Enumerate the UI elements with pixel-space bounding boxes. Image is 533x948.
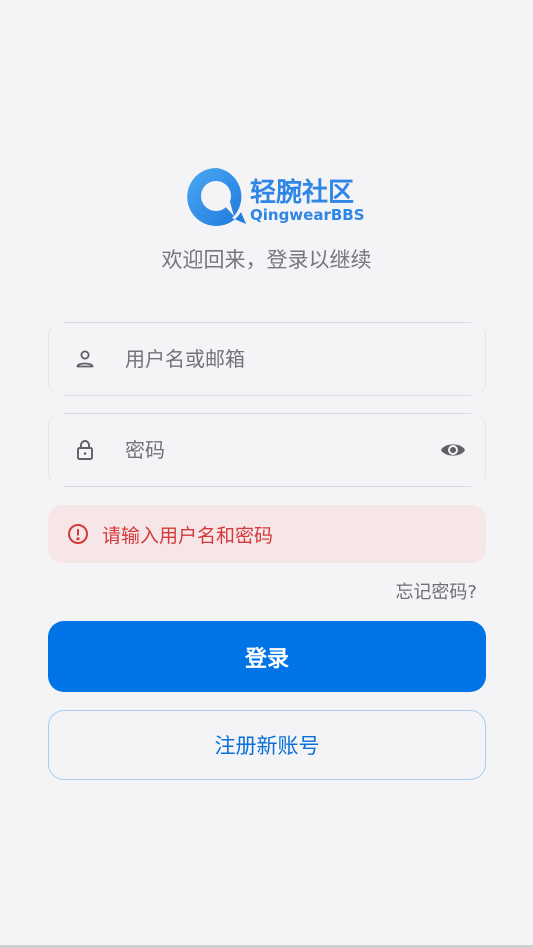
alert-circle-icon (68, 524, 88, 544)
app-logo: 轻腕社区 QingwearBBS (186, 166, 365, 228)
login-button[interactable]: 登录 (48, 621, 486, 692)
username-input[interactable] (125, 342, 425, 376)
forgot-password-link[interactable]: 忘记密码? (395, 578, 477, 604)
welcome-subtitle: 欢迎回来，登录以继续 (161, 248, 372, 272)
eye-icon[interactable] (439, 438, 467, 462)
brand-name-en: QingwearBBS (250, 206, 365, 224)
login-screen: 轻腕社区 QingwearBBS 欢迎回来，登录以继续 请输入用户名和密码 (0, 0, 533, 948)
error-message: 请输入用户名和密码 (102, 525, 274, 547)
register-button[interactable]: 注册新账号 (48, 710, 486, 780)
password-field (48, 413, 486, 487)
brand-name-cn: 轻腕社区 (250, 178, 355, 208)
error-banner: 请输入用户名和密码 (48, 505, 486, 563)
lock-icon (77, 440, 93, 460)
password-input[interactable] (125, 433, 425, 467)
username-field (48, 322, 486, 396)
user-icon (76, 350, 94, 368)
chat-bubble-logo-icon (187, 167, 246, 226)
